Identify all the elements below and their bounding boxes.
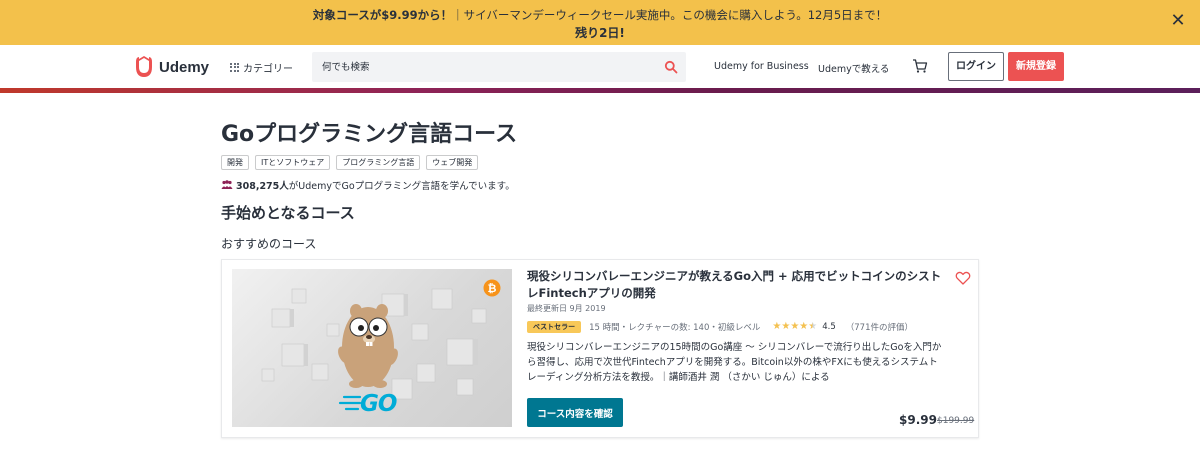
heart-icon[interactable] xyxy=(955,270,971,286)
signup-button[interactable]: 新規登録 xyxy=(1008,52,1064,81)
close-icon[interactable]: ✕ xyxy=(1168,11,1188,31)
recommended-heading: おすすめのコース xyxy=(221,237,317,251)
learners-count: 308,275人 xyxy=(236,181,289,192)
star-half-icon: ★ xyxy=(808,321,818,332)
search-input[interactable] xyxy=(312,52,652,82)
go-logo-text: GO xyxy=(360,391,397,417)
tag-it-software[interactable]: ITとソフトウェア xyxy=(255,155,331,170)
cart-icon[interactable] xyxy=(912,58,928,74)
go-logo xyxy=(338,395,362,411)
people-icon xyxy=(221,180,233,189)
original-price: $199.99 xyxy=(937,416,975,426)
course-card[interactable]: GO ₿ 現役シリコンバレーエンジニアが教えるGo入門 + 応用でビットコインの… xyxy=(221,259,979,438)
categories-label: カテゴリー xyxy=(243,63,293,75)
topic-tags: 開発 ITとソフトウェア プログラミング言語 ウェブ開発 xyxy=(221,155,479,170)
promo-banner: 対象コースが$9.99から！｜サイバーマンデーウィークセール実施中。この機会に購… xyxy=(0,0,1200,45)
course-meta: ベストセラー 15 時間・レクチャーの数: 140・初級レベル ★ ★ ★ ★ … xyxy=(527,321,913,333)
udemy-logo[interactable]: Udemy xyxy=(133,53,209,81)
review-count: （771件の評価） xyxy=(845,323,913,333)
promo-detail: ｜サイバーマンデーウィークセール実施中。この機会に購入しよう。12月5日まで！ xyxy=(452,8,888,22)
section-title: 手始めとなるコース xyxy=(221,204,355,222)
udemy-for-business-link[interactable]: Udemy for Business xyxy=(714,61,809,72)
page-title: Goプログラミング言語コース xyxy=(221,122,518,147)
udemy-logo-icon xyxy=(136,56,152,77)
header-divider xyxy=(0,88,1200,93)
search-bar xyxy=(312,52,686,82)
bestseller-badge: ベストセラー xyxy=(527,321,582,333)
grid-icon xyxy=(230,62,239,72)
rating-value: 4.5 xyxy=(822,322,836,332)
star-icon: ★ xyxy=(772,321,782,332)
teach-on-udemy-link[interactable]: Udemyで教える xyxy=(818,61,889,75)
search-icon[interactable] xyxy=(664,60,678,74)
sale-price: $9.99 xyxy=(899,413,937,427)
view-course-button[interactable]: コース内容を確認 xyxy=(527,398,623,427)
svg-text:₿: ₿ xyxy=(488,282,497,295)
tag-programming-languages[interactable]: プログラミング言語 xyxy=(336,155,421,170)
gopher-mascot xyxy=(338,304,398,388)
course-title[interactable]: 現役シリコンバレーエンジニアが教えるGo入門 + 応用でビットコインのシストレF… xyxy=(527,268,947,302)
course-stats: 15 時間・レクチャーの数: 140・初級レベル xyxy=(589,323,761,333)
promo-highlight: 対象コースが$9.99から！ xyxy=(312,8,453,22)
tag-development[interactable]: 開発 xyxy=(221,155,249,170)
promo-message: 対象コースが$9.99から！｜サイバーマンデーウィークセール実施中。この機会に購… xyxy=(0,7,1200,23)
star-icon: ★ xyxy=(799,321,809,332)
course-thumbnail[interactable]: GO ₿ xyxy=(232,269,512,427)
tag-web-development[interactable]: ウェブ開発 xyxy=(426,155,479,170)
course-description: 現役シリコンバレーエンジニアの15時間のGo講座 〜 シリコンバレーで流行り出し… xyxy=(527,342,942,383)
rating-stars: ★ ★ ★ ★ ★ xyxy=(772,322,817,332)
star-icon: ★ xyxy=(781,321,791,332)
categories-menu[interactable]: カテゴリー xyxy=(230,58,293,76)
learners-text: がUdemyでGoプログラミング言語を学んでいます。 xyxy=(288,181,515,192)
bitcoin-icon: ₿ xyxy=(483,279,501,297)
logo-text: Udemy xyxy=(159,58,210,76)
login-button[interactable]: ログイン xyxy=(948,52,1004,81)
last-updated: 最終更新日 9月 2019 xyxy=(527,304,606,313)
learners-info: 308,275人 がUdemyでGoプログラミング言語を学んでいます。 xyxy=(221,178,515,192)
promo-countdown: 残り2日! xyxy=(575,26,625,40)
star-icon: ★ xyxy=(790,321,800,332)
